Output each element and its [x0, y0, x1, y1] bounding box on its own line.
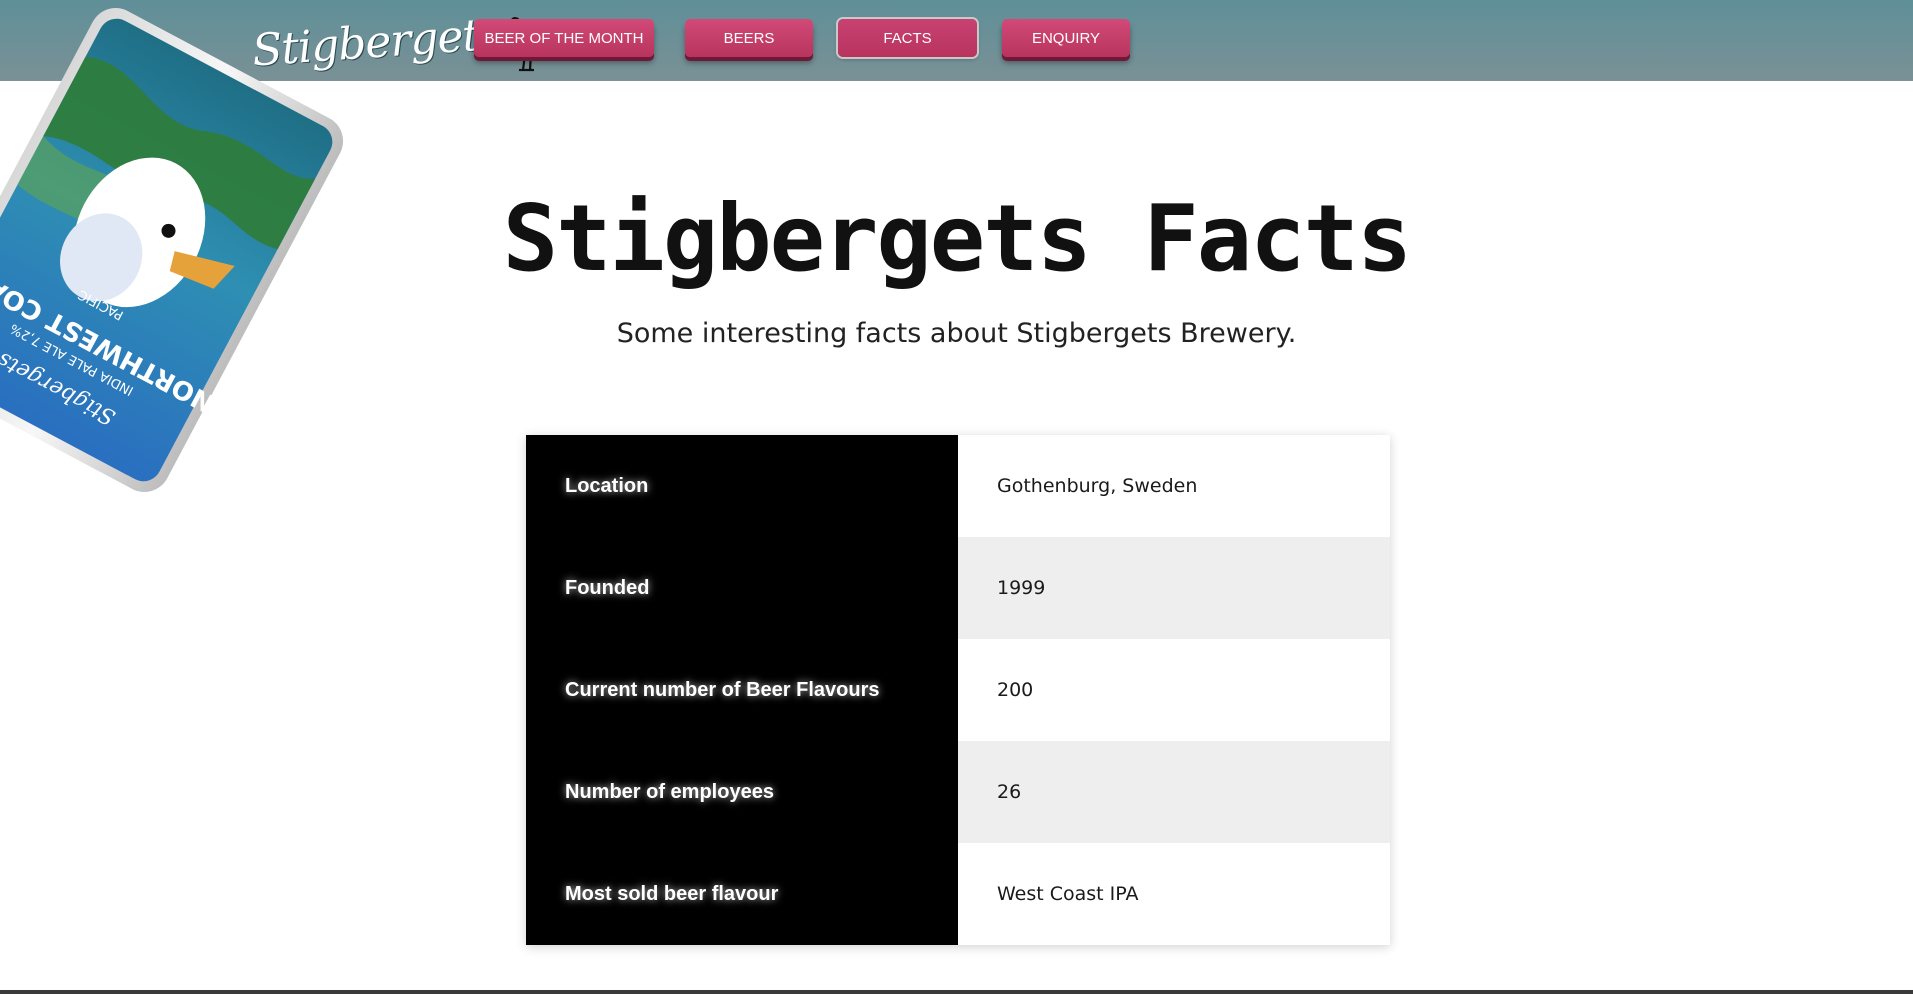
facts-table: Location Gothenburg, Sweden Founded 1999…	[526, 435, 1390, 945]
table-row: Number of employees 26	[526, 741, 1390, 843]
logo-wordmark: Stigbergets	[250, 7, 503, 77]
fact-value: West Coast IPA	[958, 843, 1390, 945]
nav-beer-of-the-month-button[interactable]: BEER OF THE MONTH	[474, 19, 654, 57]
navbar: Stigbergets BEER OF THE MONTH BEERS FACT…	[0, 0, 1913, 81]
page-subtitle: Some interesting facts about Stigbergets…	[616, 318, 1297, 349]
fact-value: 200	[958, 639, 1390, 741]
table-row: Founded 1999	[526, 537, 1390, 639]
fact-label: Current number of Beer Flavours	[526, 639, 958, 741]
page-bottom-border	[0, 990, 1913, 994]
fact-label: Founded	[526, 537, 958, 639]
fact-label: Most sold beer flavour	[526, 843, 958, 945]
fact-value: 1999	[958, 537, 1390, 639]
fact-label: Location	[526, 435, 958, 537]
nav-facts-button[interactable]: FACTS	[838, 19, 977, 57]
table-row: Most sold beer flavour West Coast IPA	[526, 843, 1390, 945]
fact-value: Gothenburg, Sweden	[958, 435, 1390, 537]
fact-value: 26	[958, 741, 1390, 843]
table-row: Location Gothenburg, Sweden	[526, 435, 1390, 537]
table-row: Current number of Beer Flavours 200	[526, 639, 1390, 741]
page-title: Stigbergets Facts	[502, 185, 1413, 292]
fact-label: Number of employees	[526, 741, 958, 843]
nav-beers-button[interactable]: BEERS	[685, 19, 813, 57]
nav-enquiry-button[interactable]: ENQUIRY	[1002, 19, 1130, 57]
